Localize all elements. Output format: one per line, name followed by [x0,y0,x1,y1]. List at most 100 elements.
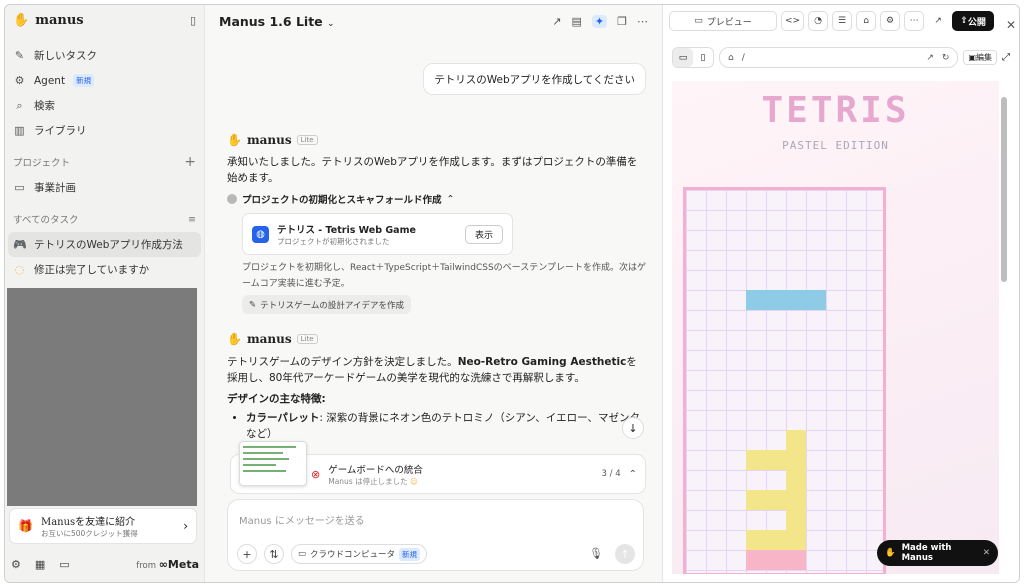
step-status-icon [227,194,237,204]
game-board[interactable] [683,187,886,574]
edit-button[interactable]: ▣編集 [963,50,997,65]
manus-logo-icon: ✋ [13,12,30,28]
locked-block [746,550,806,570]
close-icon[interactable]: ✕ [1006,18,1016,32]
sidebar: ✋ manus ▯ ✎ 新しいタスク ⚙ Agent 新規 ⌕ 検索 ▥ ライブラリ プロ… [5,5,205,582]
notes-icon[interactable]: ▤ [572,15,582,28]
agent-icon: ⚙ [14,74,25,87]
database-icon[interactable]: ☰ [832,11,853,31]
sidebar-footer: ⚙ ▦ ▭ from ∞Meta [5,553,205,575]
refresh-icon[interactable]: ↻ [942,53,950,63]
library-icon: ▥ [14,124,25,137]
send-button[interactable]: ↑ [615,544,635,564]
agent-reply-2: テトリスゲームのデザイン方針を決定しました。Neo-Retro Gaming A… [227,356,637,384]
chat-header: Manus 1.6 Lite ⌄ ↗ ▤ ✦ ❐ ⋯ [206,5,661,37]
microphone-icon[interactable]: 🎙 [589,547,603,560]
more-icon[interactable]: ⋯ [904,11,925,31]
settings-icon[interactable]: ⚙ [11,558,21,571]
task-progress-card[interactable]: ⊗ ゲームボードへの統合 Manus は停止しました ☺ 3 / 4 ⌃ [230,441,646,494]
share-icon[interactable]: ↗ [928,11,949,31]
scroll-down-button[interactable]: ↓ [622,417,644,439]
message-composer: Manus にメッセージを送る + ⇅ ▭ クラウドコンピュータ 新規 🎙 ↑ [227,499,644,571]
mobile-icon[interactable]: ▯ [693,48,713,67]
agent-button[interactable]: ⚙ Agent 新規 [5,68,204,93]
manus-logo-icon: ✋ [227,332,242,346]
share-icon[interactable]: ↗ [552,15,561,28]
features-heading: デザインの主な特徴: [227,393,326,405]
sparkle-icon[interactable]: ✦ [591,14,608,28]
settings-icon[interactable]: ⚙ [880,11,901,31]
locked-block [746,490,806,510]
expand-icon[interactable]: ⤢ [1002,52,1010,63]
monitor-icon: ▭ [694,16,703,26]
add-project-icon[interactable]: + [184,154,196,170]
tools-button[interactable]: ⇅ [264,544,284,564]
user-message: テトリスのWebアプリを作成してください [423,63,646,95]
close-icon[interactable]: ✕ [983,548,990,558]
library-button[interactable]: ▥ ライブラリ [5,118,204,143]
devices-icon[interactable]: ▭ [59,558,69,571]
url-bar[interactable]: ⌂ / ↗ ↻ [719,47,959,68]
model-selector[interactable]: Manus 1.6 Lite ⌄ [219,14,335,29]
projects-header: プロジェクト + [13,154,196,170]
home-icon[interactable]: ⌂ [728,53,734,63]
search-icon: ⌕ [16,98,23,112]
message-input[interactable]: Manus にメッセージを送る [239,512,365,527]
agent-header-2: ✋ manus Lite [227,332,318,346]
task-counter: 3 / 4 [601,469,621,479]
new-badge: 新規 [73,74,95,87]
filter-icon[interactable]: ≡ [188,214,196,225]
step-note: プロジェクトを初期化し、React＋TypeScript＋TailwindCSS… [242,263,646,289]
globe-icon: ◍ [252,225,269,243]
game-subtitle: PASTEL EDITION [782,139,889,152]
locked-block [786,510,806,530]
external-link-icon[interactable]: ↗ [926,53,934,63]
edit-icon: ✎ [249,299,257,310]
preview-scrollbar[interactable] [1001,95,1007,579]
chat-panel: Manus 1.6 Lite ⌄ ↗ ▤ ✦ ❐ ⋯ テトリスのWebアプリを作… [206,5,661,582]
project-card[interactable]: ◍ テトリス - Tetris Web Game プロジェクトが初期化されました … [242,213,513,255]
game-title: TETRIS [761,90,910,131]
manus-logo-icon: ✋ [885,548,896,558]
made-with-manus-badge[interactable]: ✋ Made with Manus ✕ [877,540,998,566]
subtask-chip[interactable]: ✎ テトリスゲームの設計アイデアを作成 [242,295,411,314]
new-task-button[interactable]: ✎ 新しいタスク [5,43,204,68]
chevron-right-icon: › [183,519,188,533]
task-item-tetris[interactable]: 🎮 テトリスのWebアプリ作成方法 [8,232,201,257]
grid-icon[interactable]: ▦ [35,558,45,571]
preview-panel: ▭ プレビュー <> ◔ ☰ ⌂ ⚙ ⋯ ↗ ⇪ 公開 ✕ ▭ ▯ ⌂ / ↗ ↻ ▣編集 … [662,5,1019,582]
code-icon[interactable]: <> [781,11,805,31]
more-icon[interactable]: ⋯ [637,15,648,28]
game-preview: TETRIS PASTEL EDITION [672,81,999,574]
preview-toolbar: ▭ プレビュー <> ◔ ☰ ⌂ ⚙ ⋯ ↗ ⇪ 公開 [663,5,1019,37]
desktop-icon[interactable]: ▭ [673,48,693,67]
step-header[interactable]: プロジェクトの初期化とスキャフォールド作成 ⌃ [227,192,454,206]
gamepad-icon: 🎮 [13,238,27,251]
chevron-up-icon[interactable]: ⌃ [629,469,637,480]
project-item[interactable]: ▭ 事業計画 [5,175,204,200]
referral-card[interactable]: 🎁 Manusを友達に紹介 お互いに500クレジット獲得 › [9,508,197,544]
terminal-thumbnail[interactable] [239,441,307,486]
list-item: カラーパレット: 深紫の背景にネオン色のテトロミノ（シアン、イエロー、マゼンタな… [246,410,642,442]
browser-bar: ▭ ▯ ⌂ / ↗ ↻ ▣編集 ⤢ [672,46,1010,69]
chart-icon[interactable]: ◔ [808,11,829,31]
preview-tab[interactable]: ▭ プレビュー [669,11,777,31]
files-icon[interactable]: ❐ [617,15,627,28]
locked-block [746,450,806,470]
sidebar-toggle-icon[interactable]: ▯ [190,14,196,27]
monitor-icon: ▭ [298,549,307,559]
publish-button[interactable]: ⇪ 公開 [952,11,995,31]
cloud-computer-button[interactable]: ▭ クラウドコンピュータ 新規 [291,544,428,564]
app-window: ✋ manus ▯ ✎ 新しいタスク ⚙ Agent 新規 ⌕ 検索 ▥ ライブラリ プロ… [4,4,1020,583]
device-toggle: ▭ ▯ [672,47,714,68]
search-button[interactable]: ⌕ 検索 [5,93,204,118]
task-item-fix[interactable]: ◌ 修正は完了していますか [5,257,204,282]
add-attachment-button[interactable]: + [237,544,257,564]
redacted-area [7,288,197,506]
lock-icon[interactable]: ⌂ [856,11,877,31]
locked-block [786,470,806,490]
show-button[interactable]: 表示 [464,224,503,244]
meta-credit: from ∞Meta [136,557,199,571]
edit-icon: ✎ [14,49,25,62]
feature-list: カラーパレット: 深紫の背景にネオン色のテトロミノ（シアン、イエロー、マゼンタな… [232,410,642,442]
